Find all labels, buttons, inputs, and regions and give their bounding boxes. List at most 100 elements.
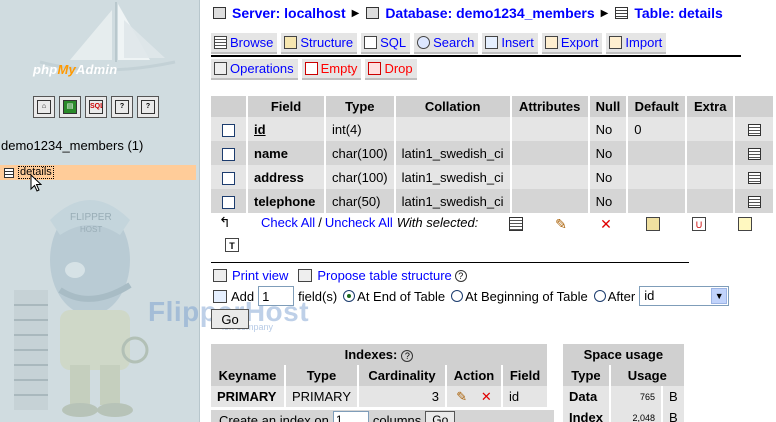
breadcrumb-database[interactable]: Database: demo1234_members [385, 5, 594, 21]
field-extra [686, 117, 736, 141]
after-label[interactable]: After [608, 289, 635, 304]
insert-icon [485, 36, 499, 49]
add-field-go-button[interactable]: Go [211, 309, 249, 329]
field-attributes [510, 189, 590, 213]
breadcrumb: Server: localhost ▶ Database: demo1234_m… [213, 5, 723, 21]
row-checkbox[interactable] [222, 147, 235, 161]
space-usage-title: Space usage [563, 344, 686, 365]
action-column-header [734, 96, 776, 117]
with-selected-label: With selected: [396, 215, 479, 230]
browse-distinct-icon[interactable] [747, 196, 761, 209]
sql-icon[interactable]: SQL [85, 96, 107, 118]
breadcrumb-table[interactable]: Table: details [634, 5, 722, 21]
radio-at-end[interactable] [343, 290, 356, 302]
tab-operations[interactable]: Operations [211, 59, 298, 80]
fulltext-icon[interactable]: T [225, 238, 239, 252]
tab-bar-secondary: Operations Empty Drop [211, 59, 417, 80]
export-icon [544, 36, 558, 49]
database-title[interactable]: demo1234_members (1) [1, 138, 143, 153]
tab-search[interactable]: Search [414, 33, 479, 54]
space-usage-value: 2,048 [609, 407, 663, 422]
browse-distinct-icon[interactable] [747, 124, 761, 137]
index-header-type: Type [285, 365, 359, 386]
tab-divider [211, 55, 741, 57]
breadcrumb-separator-icon: ▶ [600, 7, 609, 19]
field-attributes [510, 141, 590, 165]
create-index-go-button[interactable]: Go [425, 411, 456, 422]
column-header-extra: Extra [686, 96, 736, 117]
field-name: address [247, 165, 326, 189]
tab-drop[interactable]: Drop [365, 59, 417, 80]
propose-structure-link[interactable]: Propose table structure [317, 268, 451, 283]
space-type: Data [563, 386, 611, 407]
docs-sql-icon[interactable]: ? [137, 96, 159, 118]
field-default [627, 189, 688, 213]
after-field-select[interactable]: id ▼ [639, 286, 730, 306]
add-field-count-input[interactable] [258, 286, 295, 306]
chevron-down-icon[interactable]: ▼ [711, 288, 728, 304]
primary-key-icon[interactable] [646, 217, 660, 231]
phpmyadmin-logo[interactable]: phpMyAdmin [33, 62, 117, 77]
table-row: Index 2,048 B [563, 407, 686, 422]
help-icon[interactable]: ? [401, 350, 414, 362]
tab-sql[interactable]: SQL [361, 33, 411, 54]
radio-after[interactable] [593, 290, 606, 302]
browse-distinct-icon[interactable] [747, 148, 761, 161]
index-icon[interactable] [738, 217, 752, 231]
flipper-mascot-icon: FLIPPER HOST [14, 200, 149, 417]
delete-icon[interactable]: ✕ [481, 389, 492, 404]
column-header-null: Null [588, 96, 629, 117]
arrow-left-up-icon: ↰ [219, 214, 231, 230]
field-type: int(4) [325, 117, 396, 141]
print-view-link[interactable]: Print view [232, 268, 288, 283]
unique-icon[interactable]: U [692, 217, 706, 231]
home-icon[interactable]: ⌂ [33, 96, 55, 118]
help-icon[interactable]: ? [454, 269, 467, 282]
field-name: name [247, 141, 326, 165]
field-collation: latin1_swedish_ci [394, 141, 512, 165]
create-index-count-input[interactable] [332, 411, 369, 422]
server-icon [213, 7, 226, 19]
fields-label: field(s) [298, 288, 338, 304]
tab-import[interactable]: Import [606, 33, 667, 54]
table-icon[interactable] [4, 167, 14, 178]
delete-icon[interactable]: ✕ [599, 217, 613, 231]
column-header-collation: Collation [394, 96, 512, 117]
tab-insert[interactable]: Insert [482, 33, 538, 54]
query-window-icon[interactable]: ▤ [59, 96, 81, 118]
at-beginning-label[interactable]: At Beginning of Table [465, 289, 588, 304]
tab-structure[interactable]: Structure [281, 33, 358, 54]
field-type: char(100) [325, 165, 396, 189]
at-end-label[interactable]: At End of Table [357, 289, 445, 304]
propose-icon [298, 269, 313, 282]
row-checkbox[interactable] [222, 123, 235, 137]
browse-selected-icon[interactable] [509, 217, 523, 231]
pencil-icon[interactable]: ✎ [554, 217, 568, 231]
main-content-frame: Server: localhost ▶ Database: demo1234_m… [201, 0, 776, 422]
check-all-link[interactable]: Check All [261, 215, 315, 230]
table-header-row: Field Type Collation Attributes Null Def… [211, 96, 776, 117]
field-collation: latin1_swedish_ci [394, 165, 512, 189]
uncheck-all-link[interactable]: Uncheck All [325, 215, 393, 230]
tab-empty[interactable]: Empty [301, 59, 362, 80]
column-header-type: Type [325, 96, 396, 117]
table-row: PRIMARY PRIMARY 3 ✎ ✕ id [211, 386, 549, 407]
indexes-title: Indexes:? [211, 344, 549, 365]
breadcrumb-server[interactable]: Server: localhost [232, 5, 346, 21]
browse-distinct-icon[interactable] [747, 172, 761, 185]
index-header-action: Action [446, 365, 503, 386]
docs-icon[interactable]: ? [111, 96, 133, 118]
field-extra [686, 165, 736, 189]
table-row: id int(4) No 0 [211, 117, 776, 141]
add-label: Add [231, 288, 255, 304]
index-type: PRIMARY [285, 386, 359, 407]
tab-browse[interactable]: Browse [211, 33, 278, 54]
radio-at-beginning[interactable] [451, 290, 464, 302]
row-checkbox[interactable] [222, 171, 235, 185]
field-null: No [588, 165, 629, 189]
column-header-field[interactable]: Field [247, 96, 326, 117]
pencil-icon[interactable]: ✎ [456, 389, 467, 404]
tab-export[interactable]: Export [541, 33, 603, 54]
row-checkbox[interactable] [222, 195, 235, 209]
database-icon [366, 7, 380, 19]
